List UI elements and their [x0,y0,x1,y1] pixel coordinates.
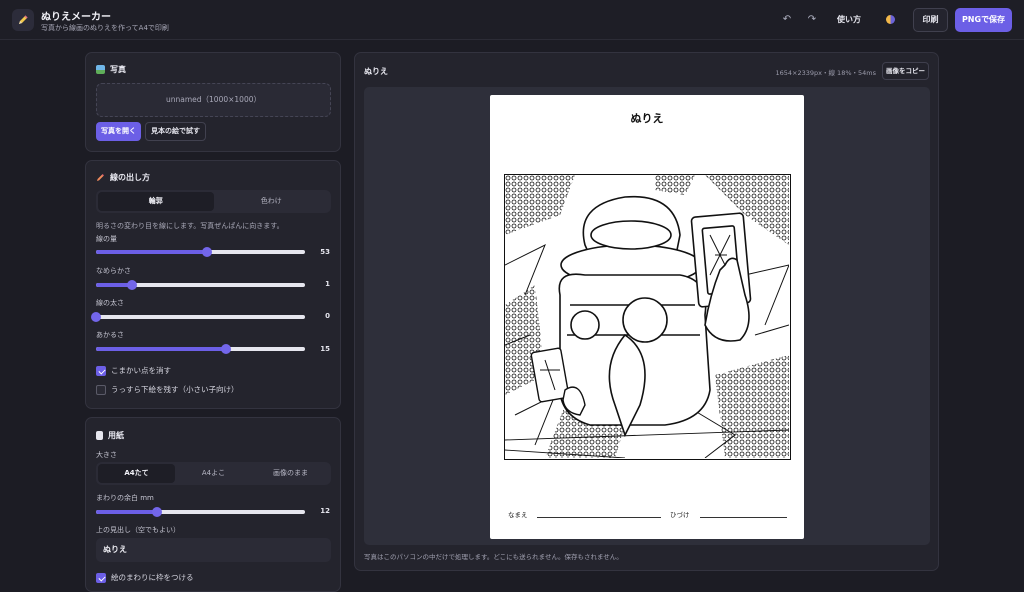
slider-thumb[interactable] [201,247,212,257]
line-mode-selector: 輪郭 色わけ [96,190,331,213]
paper-size-selector: A4たて A4よこ 画像のまま [96,462,331,485]
app-subtitle: 写真から線画のぬりえを作ってA4で印刷 [41,24,169,32]
line-width-slider[interactable] [91,312,305,322]
line-amount-label: 線の量 [96,235,117,243]
help-button[interactable]: 使い方 [830,11,868,29]
paper-panel-title: 用紙 [108,431,124,440]
document-icon [96,431,103,440]
slider-thumb[interactable] [220,344,231,354]
preview-canvas-area: ぬりえ なまえ ひづけ [364,87,930,545]
date-label: ひづけ [670,511,690,519]
print-button[interactable]: 印刷 [913,8,948,32]
margin-slider[interactable] [96,507,305,517]
line-width-value: 0 [325,312,330,320]
undo-icon[interactable]: ↶ [780,13,794,27]
sample-image-button[interactable]: 見本の絵で試す [145,122,206,141]
slider-thumb[interactable] [151,507,162,517]
line-amount-value: 53 [320,248,330,256]
smoothness-value: 1 [325,280,330,288]
smoothness-label: なめらかさ [96,267,131,275]
save-png-button[interactable]: PNGで保存 [955,8,1012,32]
size-a4-portrait-tab[interactable]: A4たて [98,464,175,483]
checkbox-unchecked[interactable] [96,384,106,395]
pencil-icon [96,173,105,182]
name-line [537,517,661,518]
line-art-image [505,175,790,459]
brightness-slider[interactable] [96,344,305,354]
sheet-title: ぬりえ [630,112,664,125]
paper-panel: 用紙 大きさ A4たて A4よこ 画像のまま まわりの余白 mm 12 上の見出… [85,417,341,592]
image-meta: 1654×2339px・線 18%・54ms [775,69,876,77]
line-panel-header: 線の出し方 [96,172,150,183]
coloring-sheet: ぬりえ なまえ ひづけ [490,95,804,539]
preview-title: ぬりえ [364,67,388,76]
photo-panel-title: 写真 [110,65,126,74]
size-a4-landscape-tab[interactable]: A4よこ [175,464,252,483]
size-original-tab[interactable]: 画像のまま [252,464,329,483]
open-photo-button[interactable]: 写真を開く [96,122,141,141]
line-art-frame [504,174,791,460]
faint-underlay-checkbox[interactable]: うっすら下絵を残す（小さい子向け） [96,384,239,395]
smoothness-slider[interactable] [96,280,305,290]
pencil-icon [12,9,34,31]
faint-underlay-label: うっすら下絵を残す（小さい子向け） [111,385,239,394]
app-title: ぬりえメーカー [41,12,111,23]
line-amount-slider[interactable] [96,247,305,257]
checkbox-checked[interactable] [96,365,106,376]
redo-icon[interactable]: ↷ [805,13,819,27]
heading-label: 上の見出し（空でもよい） [96,526,180,534]
remove-specks-checkbox[interactable]: こまかい点を消す [96,365,171,376]
margin-value: 12 [320,507,330,515]
margin-label: まわりの余白 mm [96,494,154,502]
brightness-label: あかるさ [96,331,124,339]
mode-outline-tab[interactable]: 輪郭 [98,192,214,211]
image-icon [96,65,105,74]
line-style-panel: 線の出し方 輪郭 色わけ 明るさの変わり目を線にします。写真ぜんぱんに向きます。… [85,160,341,409]
photo-panel-header: 写真 [96,64,126,75]
brightness-value: 15 [320,345,330,353]
preview-panel: ぬりえ 1654×2339px・線 18%・54ms 画像をコピー ぬりえ なま… [354,52,939,571]
slider-thumb[interactable] [91,312,101,322]
paper-size-label: 大きさ [96,451,117,459]
photo-panel: 写真 unnamed（1000×1000） 写真を開く 見本の絵で試す [85,52,341,152]
mode-color-split-tab[interactable]: 色わけ [214,192,330,211]
line-width-label: 線の太さ [96,299,124,307]
name-label: なまえ [508,511,528,519]
privacy-note: 写真はこのパソコンの中だけで処理します。どこにも送られません。保存もされません。 [364,553,623,561]
line-panel-title: 線の出し方 [110,173,150,182]
photo-dropzone[interactable]: unnamed（1000×1000） [96,83,331,117]
date-line [700,517,787,518]
top-bar: ぬりえメーカー 写真から線画のぬりえを作ってA4で印刷 ↶ ↷ 使い方 印刷 P… [0,0,1024,40]
mode-description: 明るさの変わり目を線にします。写真ぜんぱんに向きます。 [96,222,284,230]
slider-thumb[interactable] [126,280,137,290]
remove-specks-label: こまかい点を消す [111,366,171,375]
paper-panel-header: 用紙 [96,430,124,441]
theme-toggle-icon[interactable] [886,15,895,24]
copy-image-button[interactable]: 画像をコピー [882,62,929,80]
heading-input[interactable]: ぬりえ [96,538,331,562]
